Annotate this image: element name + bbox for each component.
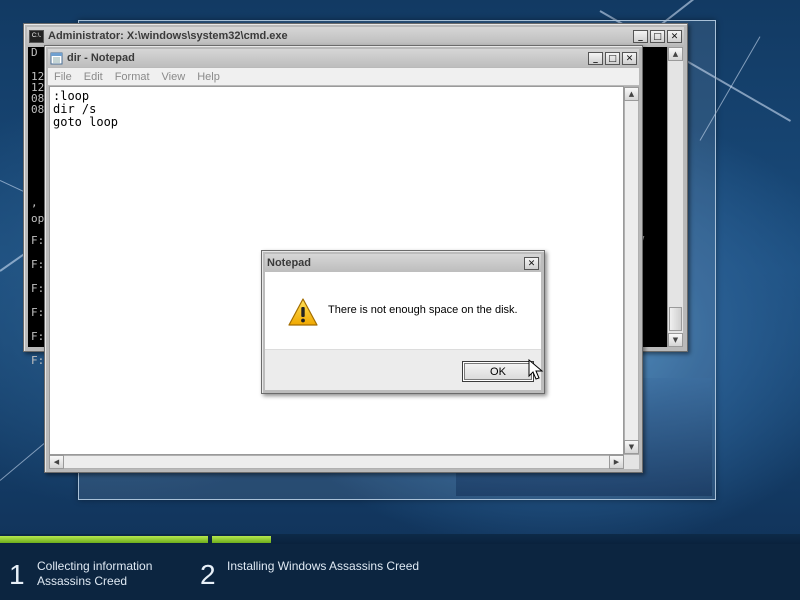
message-box-footer: OK	[265, 349, 541, 390]
notepad-vertical-scrollbar[interactable]: ▲ ▼	[624, 86, 639, 455]
console-line: D	[31, 46, 38, 59]
step1-number: 1	[9, 559, 25, 590]
message-box-titlebar[interactable]: Notepad ✕	[265, 254, 541, 272]
menu-format[interactable]: Format	[115, 71, 150, 83]
cmd-maximize-button[interactable]: □	[650, 29, 665, 43]
menu-file[interactable]: File	[54, 71, 72, 83]
cmd-scroll-down-button[interactable]: ▼	[668, 333, 683, 347]
message-box[interactable]: Notepad ✕ There is not enough space on t…	[261, 250, 545, 394]
notepad-scroll-down-button[interactable]: ▼	[624, 440, 639, 454]
message-box-title: Notepad	[267, 257, 311, 269]
console-line: F:	[31, 306, 45, 319]
step1-progress-fill	[0, 536, 208, 543]
step1-sublabel: Assassins Creed	[37, 574, 128, 588]
console-line: F:	[31, 354, 45, 367]
resize-grip-icon[interactable]	[624, 455, 639, 469]
notepad-close-button[interactable]: ✕	[622, 51, 637, 65]
notepad-title: dir - Notepad	[67, 52, 135, 64]
cmd-scroll-up-button[interactable]: ▲	[668, 47, 683, 61]
warning-icon	[288, 298, 318, 326]
notepad-menubar: File Edit Format View Help	[48, 68, 639, 85]
cmd-minimize-button[interactable]: _	[633, 29, 648, 43]
console-line: 08	[31, 103, 45, 116]
message-text: There is not enough space on the disk.	[328, 304, 518, 316]
message-box-body: There is not enough space on the disk.	[265, 272, 541, 349]
cmd-title: Administrator: X:\windows\system32\cmd.e…	[48, 30, 288, 42]
notepad-minimize-button[interactable]: _	[588, 51, 603, 65]
cmd-app-icon: C:\.	[29, 29, 44, 43]
notepad-scroll-left-button[interactable]: ◀	[49, 455, 64, 469]
step2-label: Installing Windows Assassins Creed	[227, 559, 420, 573]
console-line: F:	[31, 258, 45, 271]
cmd-scroll-thumb[interactable]	[669, 307, 682, 331]
console-line: F:	[31, 282, 45, 295]
notepad-maximize-button[interactable]: □	[605, 51, 620, 65]
console-line: F:	[31, 330, 45, 343]
setup-progress-bar	[0, 534, 800, 544]
message-box-close-button[interactable]: ✕	[524, 256, 539, 270]
menu-help[interactable]: Help	[197, 71, 220, 83]
cmd-vertical-scrollbar[interactable]: ▲ ▼	[667, 47, 683, 347]
console-line: op	[31, 212, 45, 225]
menu-view[interactable]: View	[162, 71, 186, 83]
console-line: ,	[31, 196, 38, 209]
step1-label: Collecting information	[37, 559, 153, 573]
notepad-app-icon	[50, 52, 63, 64]
notepad-horizontal-scrollbar[interactable]: ◀ ▶	[49, 455, 624, 469]
ok-button[interactable]: OK	[462, 361, 534, 382]
cmd-close-button[interactable]: ✕	[667, 29, 682, 43]
setup-steps: 1 Collecting information Assassins Creed…	[0, 544, 800, 600]
mouse-cursor-icon	[528, 359, 544, 380]
cmd-titlebar[interactable]: C:\. Administrator: X:\windows\system32\…	[27, 27, 684, 45]
menu-edit[interactable]: Edit	[84, 71, 103, 83]
notepad-scroll-right-button[interactable]: ▶	[609, 455, 624, 469]
notepad-titlebar[interactable]: dir - Notepad _ □ ✕	[48, 49, 639, 67]
console-line: F:	[31, 234, 45, 247]
step2-progress-fill	[212, 536, 271, 543]
notepad-scroll-up-button[interactable]: ▲	[624, 87, 639, 101]
step2-number: 2	[200, 559, 216, 590]
